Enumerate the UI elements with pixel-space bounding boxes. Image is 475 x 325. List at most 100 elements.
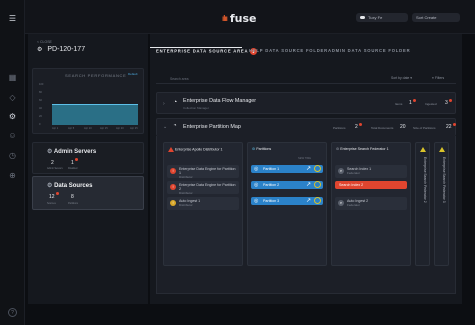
sort-create-label: Sort Create: [416, 15, 437, 20]
alert-dot: [449, 99, 452, 102]
collapsed-column[interactable]: Enterprise Search Federator 2: [415, 142, 430, 266]
collapsed-column-label: Enterprise Search Federator 2: [423, 157, 427, 203]
ds-count2: 8: [71, 194, 74, 200]
list-item[interactable]: ⌕ Auto Ingest 2 Federator: [335, 197, 407, 210]
admin-servers-card[interactable]: ⚙ Admin Servers 2 Admin Servers 1 Disabl…: [32, 142, 144, 174]
flow-stat1-label: Items: [395, 102, 403, 106]
item-label: Search Index 2: [339, 183, 364, 187]
search-input[interactable]: Search area: [170, 77, 188, 81]
link-icon: ↗: [305, 182, 311, 188]
list-item[interactable]: ! Auto Ingest 1 Distributor: [167, 197, 239, 210]
partition-item[interactable]: ◎ Partition 2 ↗: [251, 181, 323, 189]
item-sub: Distributor: [179, 203, 193, 207]
flow-manager-sub: Collection Manager: [183, 106, 209, 110]
menu-icon[interactable]: ☰: [7, 13, 18, 24]
flow-manager-label: Enterprise Data Flow Manager: [183, 98, 257, 104]
x-tick: Apr 5: [68, 127, 75, 130]
item-sub: Distributor: [179, 191, 193, 195]
search-index-item-error[interactable]: Search Index 2: [335, 181, 407, 189]
data-sources-card[interactable]: ⚙ Data Sources 12 Sources 8 Partitions: [32, 176, 144, 210]
breadcrumb[interactable]: < CLOSE: [37, 40, 52, 44]
toggle-icon: [360, 16, 365, 19]
y-tick: 60: [39, 99, 42, 102]
perf-badge[interactable]: Default: [128, 72, 138, 76]
federator-title: ⚙ Enterprise Search Federator 1: [336, 147, 389, 151]
warning-icon: !: [170, 184, 176, 190]
flow-stat2-label: Ingested: [425, 102, 437, 106]
ds-count1-label: Sources: [47, 202, 56, 205]
distributor-title: Enterprise Apollo Distributor 1: [168, 147, 223, 152]
warning-icon: [168, 147, 174, 152]
collapsed-column[interactable]: Enterprise Search Federator 3: [434, 142, 449, 266]
clock-icon[interactable]: ◷: [7, 150, 18, 161]
partition-map-body: Enterprise Apollo Distributor 1 ! Enterp…: [156, 136, 456, 294]
data-sources-label: Data Sources: [54, 183, 93, 189]
item-label: Partition 2: [263, 183, 280, 187]
admin-count1-label: Admin Servers: [47, 167, 63, 170]
help-icon[interactable]: ?: [8, 308, 17, 317]
item-sub: Federator: [347, 203, 361, 207]
shield-icon[interactable]: ◇: [7, 92, 18, 103]
federator-column: ⚙ Enterprise Search Federator 1 ⌕ Search…: [331, 142, 411, 266]
federator-icon: ⚙: [336, 147, 340, 151]
search-icon: ⌕: [338, 200, 344, 206]
y-tick: 0: [39, 123, 41, 126]
tab-admin-data-source-folder[interactable]: ADMIN DATA SOURCE FOLDER: [328, 48, 410, 53]
status-ring-icon: [314, 181, 321, 188]
perf-area: [52, 105, 138, 125]
x-tick: Apr 1: [52, 127, 59, 130]
ds-count1: 12: [49, 194, 55, 200]
ds-count2-label: Partitions: [68, 202, 78, 205]
tab-enterprise-data-source-area[interactable]: ENTERPRISE DATA SOURCE AREA 1: [156, 48, 258, 55]
distributor-column: Enterprise Apollo Distributor 1 ! Enterp…: [163, 142, 243, 266]
partition-item[interactable]: ◎ Partition 3 ↗: [251, 197, 323, 205]
x-tick: Apr 20: [116, 127, 124, 130]
settings-icon[interactable]: ⚙: [7, 111, 18, 122]
detail-sidebar: < CLOSE ⚙ PD-120-177 SEARCH PERFORMANCE …: [28, 34, 148, 304]
item-sub: Federator: [347, 171, 361, 175]
flow-stat2: 3: [445, 100, 448, 106]
warning-icon: [420, 147, 426, 152]
collapse-icon[interactable]: ⌄: [163, 124, 167, 130]
chevron-down-icon: ▾: [410, 76, 412, 80]
partitions-title: ⚙ Partitions: [252, 147, 271, 151]
admin-servers-title: ⚙ Admin Servers: [47, 148, 96, 155]
expand-icon[interactable]: ›: [163, 101, 165, 107]
tab-help-data-source-folder[interactable]: HELP DATA SOURCE FOLDER: [249, 48, 328, 53]
status-ring-icon: [314, 165, 321, 172]
flow-stat1: 1: [409, 100, 412, 106]
partition-item[interactable]: ◎ Partition 1 ↗: [251, 165, 323, 173]
server-icon: ⚙: [47, 149, 53, 155]
sidebar-title: ⚙ PD-120-177: [37, 46, 85, 53]
flow-icon: ◔: [173, 99, 178, 106]
search-performance-card: SEARCH PERFORMANCE Default 100 80 60 40 …: [32, 68, 144, 134]
admin-count1: 2: [51, 160, 54, 166]
admin-count2-label: Disabled: [68, 167, 78, 170]
toolbar: Search area Sort by date ▾ ≡ Filters: [156, 72, 456, 84]
x-tick: Apr 15: [100, 127, 108, 130]
y-tick: 100: [39, 83, 44, 86]
user-toggle-pill[interactable]: Tuxy Fe: [356, 13, 408, 22]
flow-manager-row[interactable]: › ◔ Enterprise Data Flow Manager Collect…: [156, 92, 456, 114]
filter-icon: ≡: [432, 76, 434, 80]
filter-button[interactable]: ≡ Filters: [432, 76, 444, 80]
admin-count2: 1: [71, 160, 74, 166]
sort-create-button[interactable]: Sort Create: [412, 13, 460, 22]
sort-select[interactable]: Sort by date ▾: [391, 76, 412, 80]
pm-stat1: 2: [355, 124, 358, 130]
item-sub: Distributor: [179, 175, 193, 179]
partition-icon: ◎: [254, 198, 259, 204]
globe-icon[interactable]: ⊕: [7, 170, 18, 181]
alert-dot: [56, 192, 59, 195]
list-item[interactable]: ⌕ Search Index 1 Federator: [335, 165, 407, 178]
partition-icon: ⚙: [252, 147, 256, 151]
grid-icon[interactable]: ▦: [7, 72, 18, 83]
warning-icon: !: [170, 200, 176, 206]
link-icon: ↗: [305, 198, 311, 204]
list-item[interactable]: ! Enterprise Data Engine for Partition 2…: [167, 181, 239, 195]
partitions-column: ⚙ Partitions NEW TIME ◎ Partition 1 ↗ ◎ …: [247, 142, 327, 266]
partition-map-row[interactable]: ⌄ ◔ Enterprise Partition Map Partitions …: [156, 118, 456, 136]
pm-stat2-label: Total Documents: [371, 126, 394, 130]
users-icon[interactable]: ☺: [7, 130, 18, 141]
list-item[interactable]: ! Enterprise Data Engine for Partition 1…: [167, 165, 239, 179]
